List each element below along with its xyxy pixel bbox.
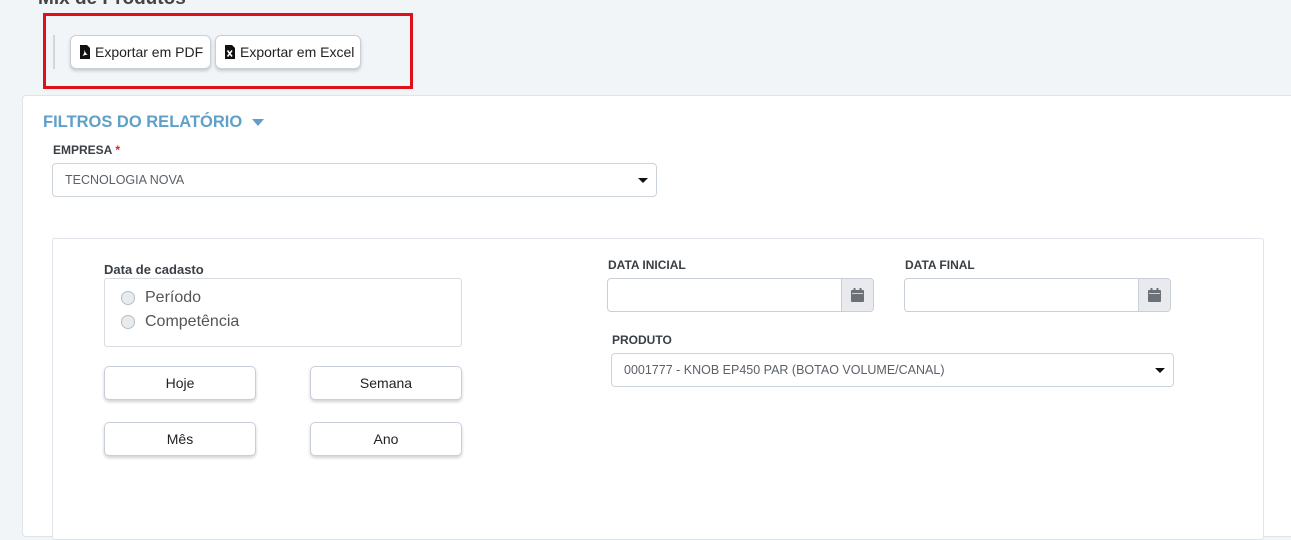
empresa-label: EMPRESA *	[53, 143, 120, 157]
produto-select[interactable]: 0001777 - KNOB EP450 PAR (BOTAO VOLUME/C…	[611, 353, 1174, 387]
data-inicial-label: DATA INICIAL	[608, 258, 686, 272]
mes-button[interactable]: Mês	[104, 422, 256, 456]
empresa-label-text: EMPRESA	[53, 143, 113, 157]
date-group-label: Data de cadasto	[104, 262, 204, 277]
data-final-input[interactable]	[905, 279, 1139, 311]
ano-button[interactable]: Ano	[310, 422, 462, 456]
data-final-field[interactable]	[904, 278, 1171, 312]
page-title: Mix de Produtos	[38, 0, 186, 10]
dropdown-arrow-icon	[638, 178, 648, 183]
export-divider	[53, 35, 55, 69]
radio-competencia-label: Competência	[145, 313, 240, 330]
hoje-button[interactable]: Hoje	[104, 366, 256, 400]
excel-file-icon	[224, 45, 236, 59]
caret-down-icon	[252, 119, 265, 126]
calendar-icon	[1148, 288, 1161, 302]
data-inicial-input[interactable]	[608, 279, 842, 311]
export-excel-button[interactable]: Exportar em Excel	[215, 35, 361, 69]
radio-button[interactable]	[121, 291, 135, 305]
export-pdf-button[interactable]: Exportar em PDF	[70, 35, 211, 69]
produto-select-value: 0001777 - KNOB EP450 PAR (BOTAO VOLUME/C…	[624, 363, 945, 377]
calendar-icon	[851, 288, 864, 302]
radio-periodo[interactable]: Período	[121, 289, 201, 307]
empresa-select-value: TECNOLOGIA NOVA	[65, 173, 185, 187]
pdf-file-icon	[79, 45, 91, 59]
produto-label: PRODUTO	[612, 333, 672, 347]
filters-title: FILTROS DO RELATÓRIO	[43, 113, 243, 131]
data-final-label: DATA FINAL	[905, 258, 975, 272]
calendar-button[interactable]	[841, 279, 873, 311]
empresa-select[interactable]: TECNOLOGIA NOVA	[52, 163, 657, 197]
filters-toggle[interactable]: FILTROS DO RELATÓRIO	[43, 113, 265, 132]
data-inicial-field[interactable]	[607, 278, 874, 312]
dropdown-arrow-icon	[1155, 368, 1165, 373]
export-excel-label: Exportar em Excel	[240, 44, 355, 60]
required-mark: *	[115, 143, 121, 157]
calendar-button[interactable]	[1138, 279, 1170, 311]
radio-competencia[interactable]: Competência	[121, 313, 239, 331]
export-pdf-label: Exportar em PDF	[95, 44, 204, 60]
radio-button[interactable]	[121, 315, 135, 329]
semana-button[interactable]: Semana	[310, 366, 462, 400]
radio-periodo-label: Período	[145, 289, 202, 306]
